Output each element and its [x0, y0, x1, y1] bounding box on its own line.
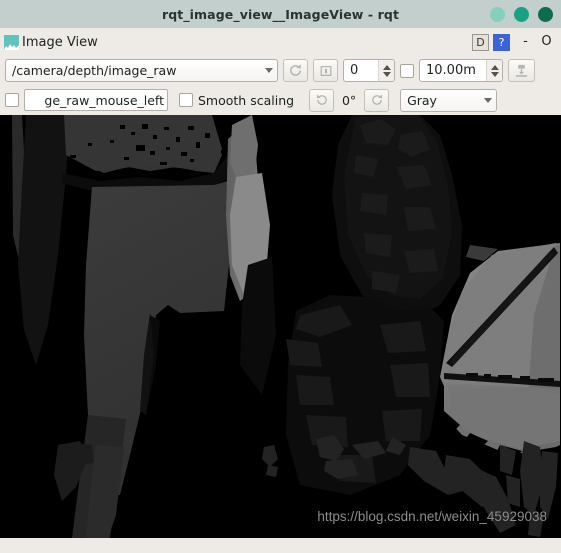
max-range-spinbox[interactable]: 10.00m	[419, 59, 503, 82]
close-window-button[interactable]	[538, 6, 553, 22]
publish-click-location-checkbox[interactable]	[5, 93, 19, 107]
smooth-scaling-checkbox[interactable]	[179, 93, 193, 107]
watermark-text: https://blog.csdn.net/weixin_45929038	[317, 509, 547, 524]
plugin-title: Image View	[22, 34, 98, 50]
refresh-icon	[290, 64, 301, 76]
image-view-icon-glyph	[4, 43, 19, 50]
window-titlebar: rqt_image_view__ImageView - rqt	[0, 0, 561, 28]
dynamic-range-checkbox[interactable]	[400, 63, 414, 78]
save-image-button[interactable]	[508, 59, 535, 82]
rotate-right-icon	[371, 94, 382, 105]
numbered-image-icon	[320, 65, 331, 76]
rotate-left-button[interactable]	[309, 88, 335, 112]
max-range-value: 10.00m	[426, 63, 476, 78]
save-image-icon	[515, 64, 528, 77]
window-controls	[490, 0, 553, 28]
toolbar-row-1: /camera/depth/image_raw 0 10.00m	[0, 56, 561, 85]
max-range-stepper[interactable]	[486, 60, 502, 81]
image-canvas[interactable]: https://blog.csdn.net/weixin_45929038	[0, 115, 561, 538]
image-index-spinbox[interactable]: 0	[343, 59, 395, 82]
image-index-stepper[interactable]	[378, 60, 394, 81]
float-button[interactable]: -	[517, 34, 534, 51]
stepper-down-icon[interactable]	[382, 71, 391, 77]
topic-combo[interactable]: /camera/depth/image_raw	[5, 59, 278, 82]
colormap-combo[interactable]: Gray	[400, 88, 498, 112]
rotation-label: 0°	[341, 92, 357, 108]
maximize-button[interactable]	[514, 6, 529, 22]
chevron-down-icon	[265, 68, 273, 73]
plugin-header-controls: D ? - O	[472, 33, 555, 51]
chevron-down-icon	[484, 97, 493, 103]
toolbar-row-2: ge_raw_mouse_left Smooth scaling 0° Gray	[0, 85, 561, 115]
rotate-left-icon	[316, 94, 327, 105]
rotate-right-button[interactable]	[364, 88, 390, 112]
mouse-topic-input[interactable]: ge_raw_mouse_left	[24, 89, 168, 111]
close-plugin-button[interactable]: O	[538, 34, 555, 51]
minimize-button[interactable]	[490, 6, 505, 22]
plugin-header: Image View D ? - O	[0, 28, 561, 56]
stepper-down-icon[interactable]	[490, 71, 499, 77]
topic-combo-value: /camera/depth/image_raw	[12, 63, 177, 78]
rqt-image-view-window: rqt_image_view__ImageView - rqt Image Vi…	[0, 0, 561, 553]
smooth-scaling-label: Smooth scaling	[198, 92, 295, 108]
window-title: rqt_image_view__ImageView - rqt	[161, 6, 400, 22]
stepper-up-icon[interactable]	[382, 64, 391, 70]
dock-button[interactable]: D	[472, 33, 489, 51]
image-index-value: 0	[350, 63, 359, 78]
depth-image	[0, 115, 561, 538]
stepper-up-icon[interactable]	[490, 64, 499, 70]
image-view-icon	[4, 34, 19, 50]
mouse-topic-value: ge_raw_mouse_left	[44, 92, 164, 108]
colormap-combo-value: Gray	[407, 92, 437, 108]
help-button[interactable]: ?	[493, 33, 510, 51]
save-as-image-button[interactable]	[313, 59, 338, 82]
refresh-topics-button[interactable]	[283, 59, 308, 82]
